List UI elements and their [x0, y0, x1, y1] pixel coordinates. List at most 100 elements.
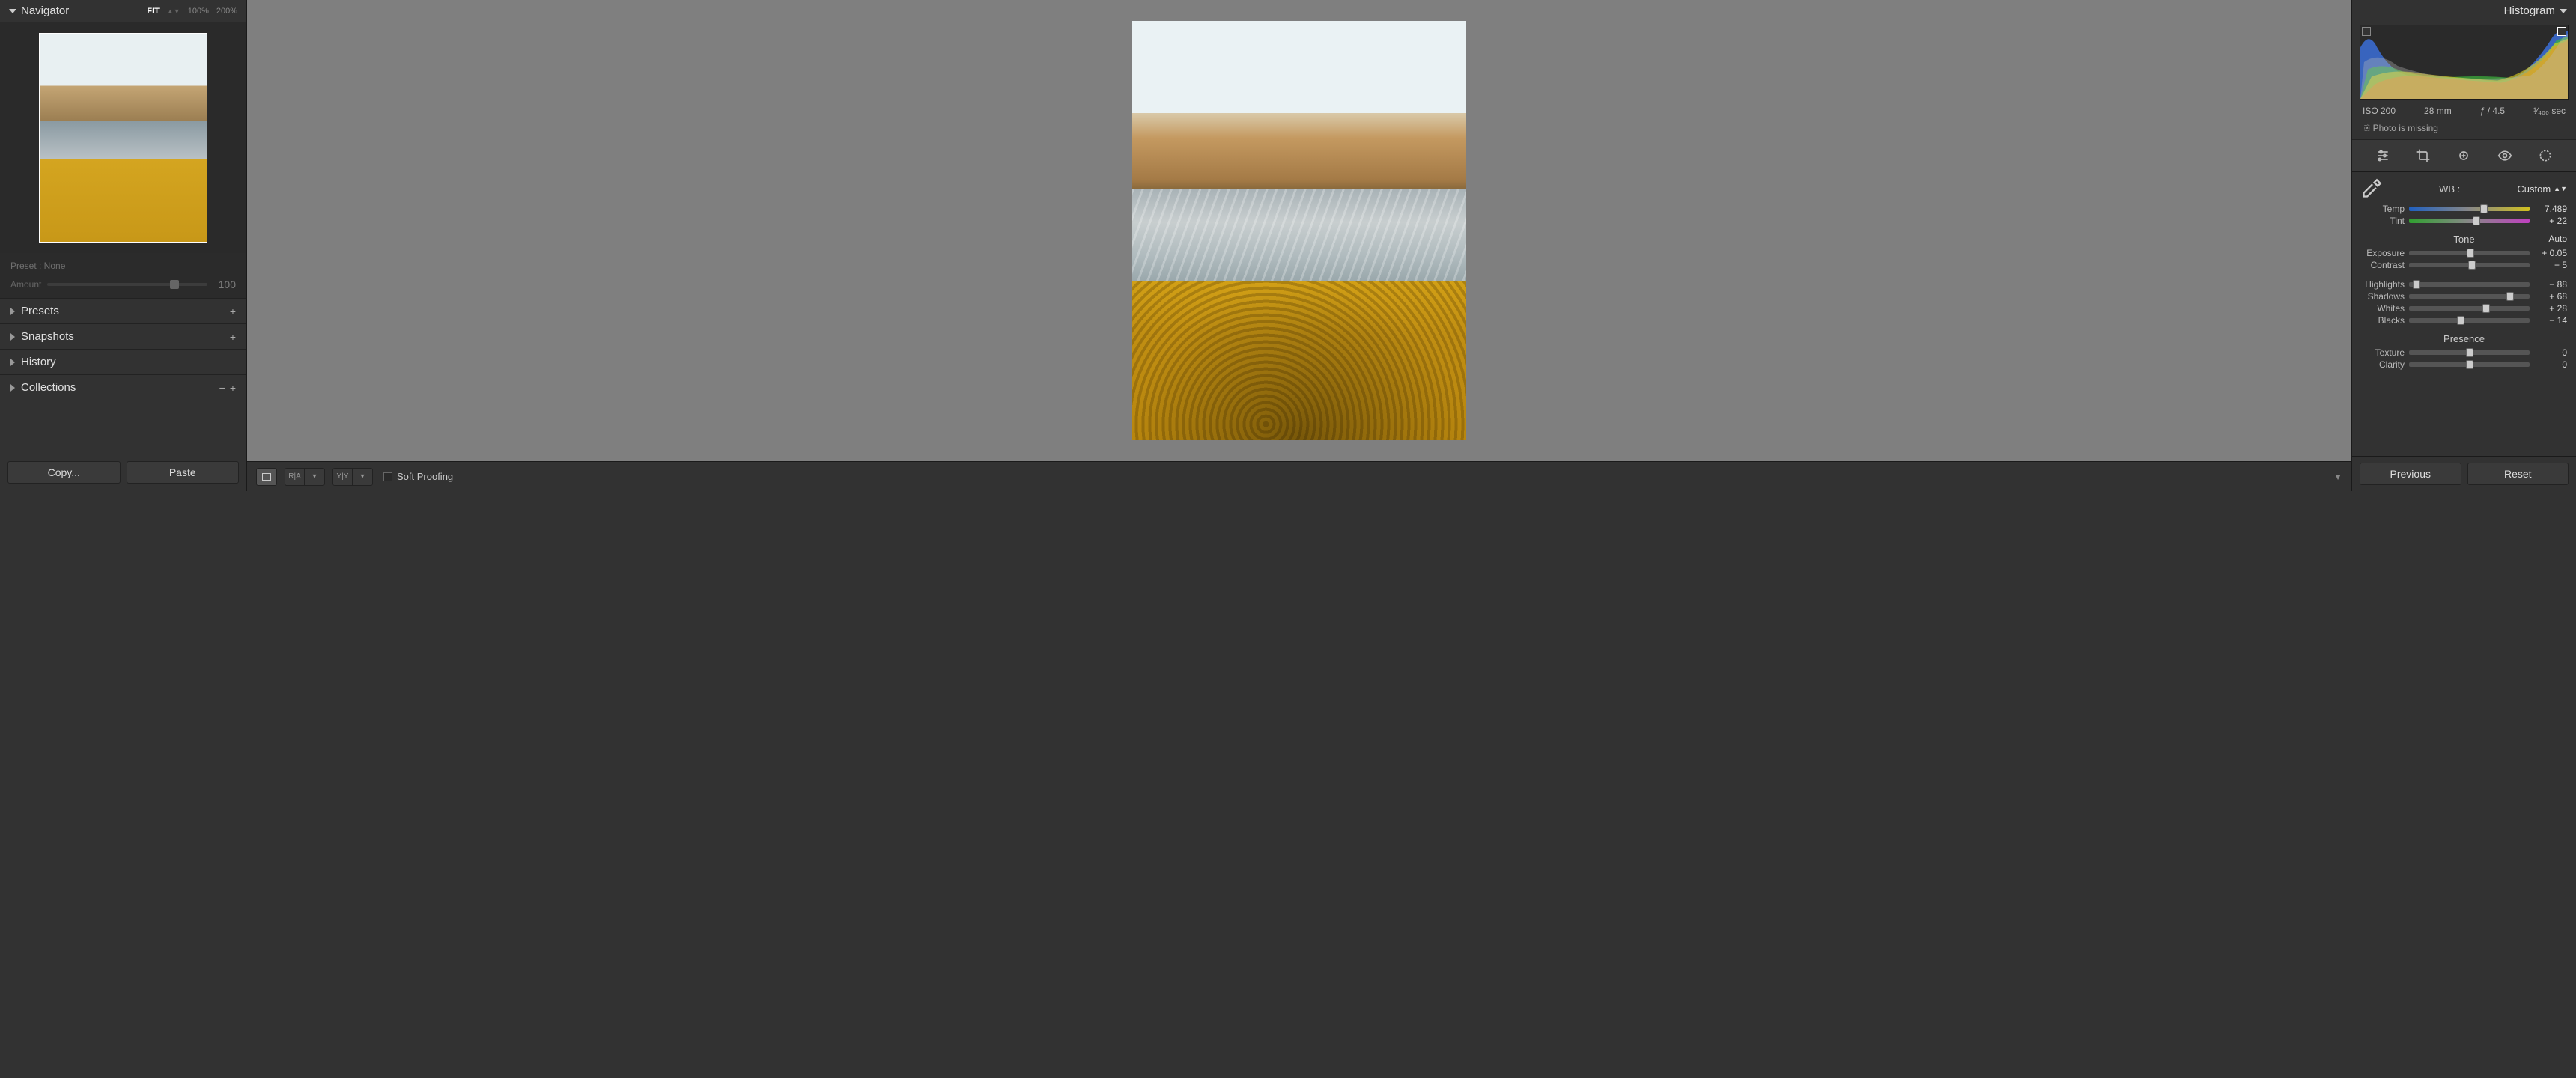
temp-slider[interactable] [2409, 207, 2530, 211]
navigator-thumbnail[interactable] [39, 33, 207, 243]
clarity-value[interactable]: 0 [2534, 359, 2567, 370]
preset-label: Preset : None [10, 261, 236, 271]
auto-tone-button[interactable]: Auto [2548, 234, 2567, 244]
presence-section-title: Presence [2361, 333, 2567, 344]
zoom-100[interactable]: 100% [188, 7, 209, 16]
before-after-ra-button[interactable]: R|A [285, 469, 305, 485]
left-panel: Navigator FIT ▲▼ 100% 200% Preset : None… [0, 0, 247, 491]
whites-slider[interactable] [2409, 306, 2530, 311]
amount-label: Amount [10, 279, 41, 290]
wb-value: Custom [2517, 183, 2551, 195]
zoom-updown-icon[interactable]: ▲▼ [167, 7, 180, 15]
snapshots-label: Snapshots [21, 330, 74, 343]
masking-icon[interactable] [2537, 147, 2554, 164]
updown-icon: ▲▼ [2554, 185, 2567, 192]
loupe-view-button[interactable] [257, 469, 276, 485]
highlights-label: Highlights [2361, 279, 2405, 290]
soft-proofing-toggle[interactable]: Soft Proofing [383, 471, 453, 482]
whites-value[interactable]: + 28 [2534, 303, 2567, 314]
navigator-preview[interactable] [0, 22, 246, 253]
tint-value[interactable]: + 22 [2534, 216, 2567, 226]
add-icon[interactable]: + [230, 382, 236, 394]
highlights-slider[interactable] [2409, 282, 2530, 287]
before-after-dropdown[interactable]: ▾ [305, 469, 324, 485]
edit-sliders-icon[interactable] [2375, 147, 2391, 164]
shadows-slider[interactable] [2409, 294, 2530, 299]
right-footer: Previous Reset [2352, 456, 2576, 491]
navigator-disclosure-icon[interactable] [9, 9, 16, 13]
view-mode-group [256, 468, 277, 486]
add-icon[interactable]: + [230, 305, 236, 317]
amount-value: 100 [213, 278, 236, 290]
chevron-right-icon [10, 359, 15, 366]
main-photo[interactable] [1132, 21, 1466, 440]
exif-aperture: ƒ / 4.5 [2480, 106, 2505, 116]
exposure-value[interactable]: + 0.05 [2534, 248, 2567, 258]
histogram-disclosure-icon[interactable] [2560, 9, 2567, 13]
tone-label: Tone [2453, 234, 2474, 245]
histogram-display[interactable] [2360, 25, 2569, 100]
chevron-right-icon [10, 333, 15, 341]
presets-row[interactable]: Presets + [0, 298, 246, 323]
temp-label: Temp [2361, 204, 2405, 214]
wb-eyedropper-icon[interactable] [2361, 178, 2382, 199]
paste-button[interactable]: Paste [127, 461, 240, 484]
before-after-yy-dropdown[interactable]: ▾ [353, 469, 372, 485]
chevron-right-icon [10, 384, 15, 392]
add-icon[interactable]: + [230, 331, 236, 343]
texture-slider[interactable] [2409, 350, 2530, 355]
snapshots-row[interactable]: Snapshots + [0, 323, 246, 349]
zoom-fit[interactable]: FIT [147, 7, 160, 16]
previous-button[interactable]: Previous [2360, 463, 2461, 485]
blacks-slider[interactable] [2409, 318, 2530, 323]
center-toolbar: R|A ▾ Y|Y ▾ Soft Proofing ▼ [247, 461, 2351, 491]
collections-label: Collections [21, 381, 76, 394]
texture-label: Texture [2361, 347, 2405, 358]
presets-label: Presets [21, 305, 59, 317]
collections-row[interactable]: Collections −+ [0, 374, 246, 400]
highlight-clipping-icon[interactable] [2557, 27, 2566, 36]
exif-iso: ISO 200 [2363, 106, 2396, 116]
reset-button[interactable]: Reset [2467, 463, 2569, 485]
clarity-slider[interactable] [2409, 362, 2530, 367]
wb-dropdown[interactable]: Custom ▲▼ [2517, 183, 2567, 195]
shadows-label: Shadows [2361, 291, 2405, 302]
blacks-value[interactable]: − 14 [2534, 315, 2567, 326]
tint-slider[interactable] [2409, 219, 2530, 223]
texture-value[interactable]: 0 [2534, 347, 2567, 358]
history-row[interactable]: History [0, 349, 246, 374]
soft-proofing-checkbox[interactable] [383, 472, 392, 481]
chevron-right-icon [10, 308, 15, 315]
history-label: History [21, 356, 56, 368]
temp-value[interactable]: 7,489 [2534, 204, 2567, 214]
canvas-area[interactable] [247, 0, 2351, 461]
copy-button[interactable]: Copy... [7, 461, 121, 484]
redeye-icon[interactable] [2497, 147, 2513, 164]
center-area: R|A ▾ Y|Y ▾ Soft Proofing ▼ [247, 0, 2351, 491]
tone-section-title: Tone Auto [2361, 234, 2567, 245]
crop-icon[interactable] [2415, 147, 2431, 164]
left-footer: Copy... Paste [0, 454, 246, 491]
amount-slider[interactable] [47, 283, 207, 286]
contrast-slider[interactable] [2409, 263, 2530, 267]
photo-missing-label: Photo is missing [2373, 123, 2438, 133]
shadow-clipping-icon[interactable] [2362, 27, 2371, 36]
healing-icon[interactable] [2455, 147, 2472, 164]
histogram-header: Histogram [2352, 0, 2576, 22]
soft-proofing-label: Soft Proofing [397, 471, 453, 482]
shadows-value[interactable]: + 68 [2534, 291, 2567, 302]
preset-amount-block: Preset : None Amount 100 [0, 253, 246, 298]
tint-label: Tint [2361, 216, 2405, 226]
exif-focal: 28 mm [2424, 106, 2452, 116]
exposure-slider[interactable] [2409, 251, 2530, 255]
compare-group: R|A ▾ [285, 468, 325, 486]
zoom-levels: FIT ▲▼ 100% 200% [147, 7, 237, 16]
exif-row: ISO 200 28 mm ƒ / 4.5 ¹⁄₄₀₀ sec [2352, 103, 2576, 119]
zoom-200[interactable]: 200% [216, 7, 237, 16]
before-after-yy-button[interactable]: Y|Y [333, 469, 353, 485]
remove-icon[interactable]: − [219, 382, 225, 394]
contrast-value[interactable]: + 5 [2534, 260, 2567, 270]
exif-shutter: ¹⁄₄₀₀ sec [2533, 106, 2566, 116]
highlights-value[interactable]: − 88 [2534, 279, 2567, 290]
toolbar-menu-icon[interactable]: ▼ [2333, 472, 2342, 482]
